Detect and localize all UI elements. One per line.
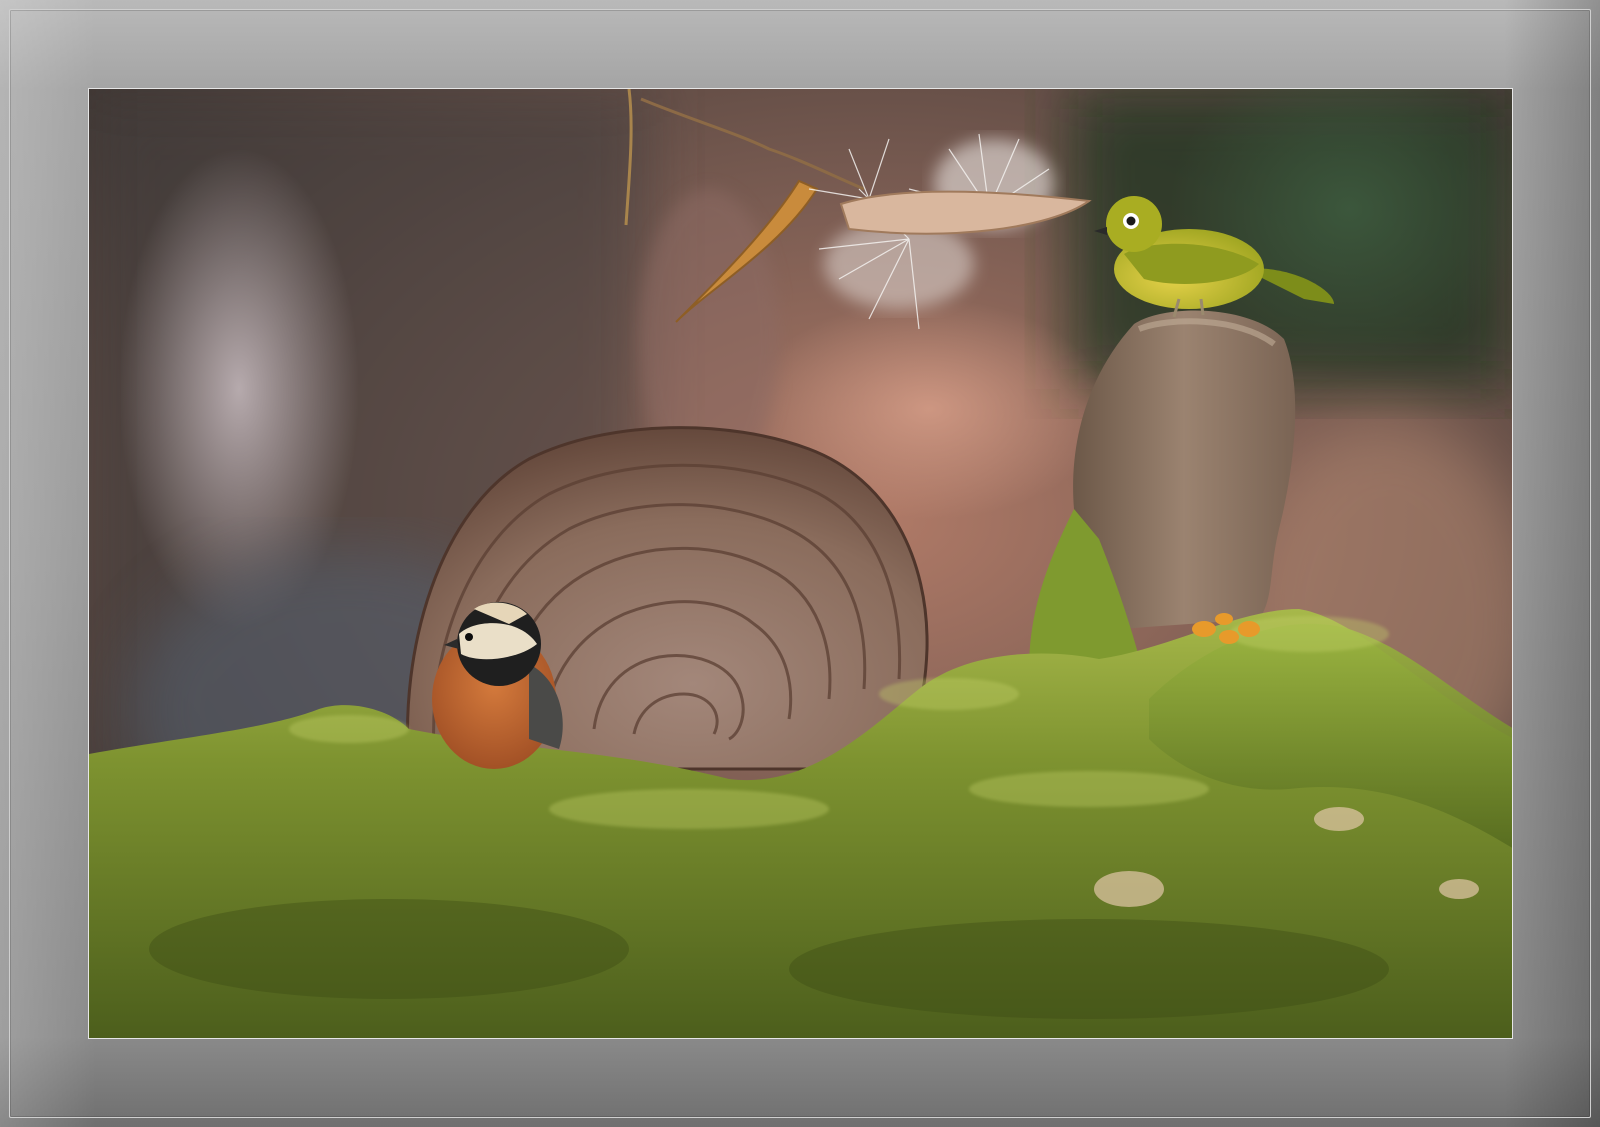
picture-frame (0, 0, 1600, 1127)
photograph (88, 88, 1513, 1039)
